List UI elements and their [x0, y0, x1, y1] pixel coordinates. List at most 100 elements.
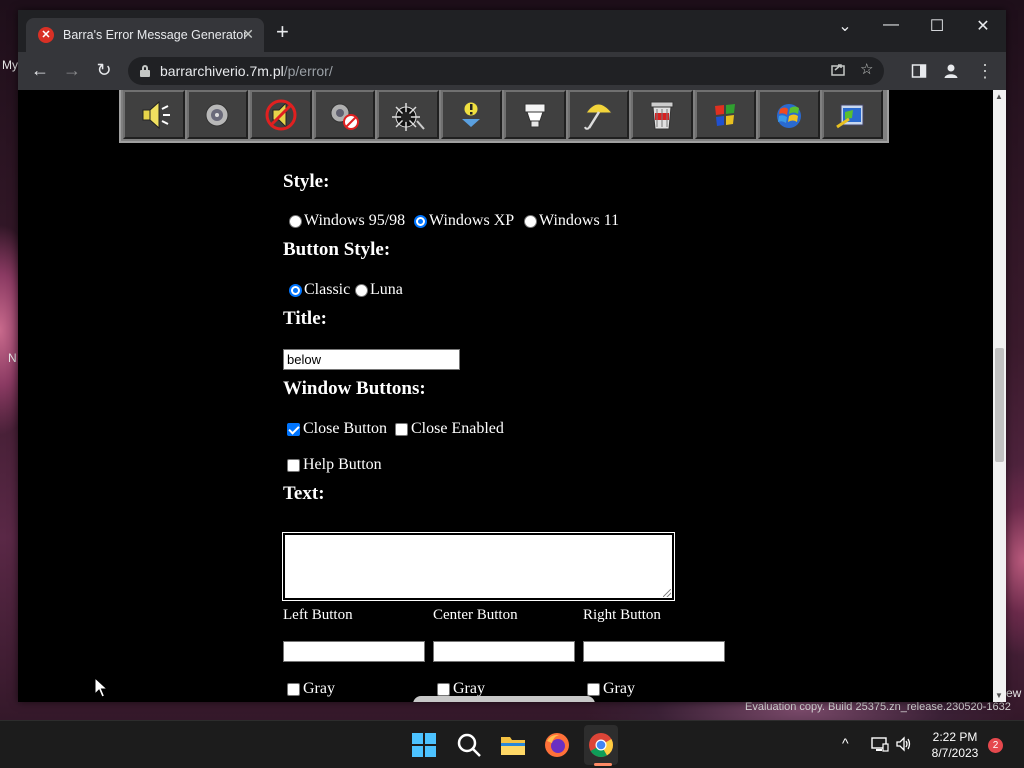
- notification-badge[interactable]: 2: [988, 738, 1003, 753]
- toilet-icon[interactable]: [504, 90, 566, 139]
- close-button-option[interactable]: Close Button: [287, 420, 387, 438]
- evaluation-watermark: Evaluation copy. Build 25375.zn_release.…: [745, 701, 1011, 713]
- resize-handle[interactable]: [663, 589, 671, 597]
- file-explorer-icon[interactable]: [499, 731, 527, 759]
- radio-winxp[interactable]: [414, 214, 427, 228]
- help-button-option[interactable]: Help Button: [287, 456, 382, 474]
- search-icon[interactable]: [455, 731, 483, 759]
- minimize-button[interactable]: —: [876, 16, 906, 34]
- clock-time: 2:22 PM: [932, 730, 978, 744]
- checkbox-label: Gray: [603, 680, 635, 697]
- left-gray-option[interactable]: Gray: [287, 680, 335, 698]
- left-gray-checkbox[interactable]: [287, 682, 300, 696]
- desktop-icon-label[interactable]: My: [2, 58, 18, 72]
- sound-icon[interactable]: [186, 90, 248, 139]
- radio-label: Classic: [304, 281, 351, 298]
- tab-search-button[interactable]: ⌄: [830, 16, 860, 36]
- radio-label: Windows 95/98: [304, 212, 406, 229]
- chrome-icon[interactable]: [587, 731, 615, 759]
- right-gray-checkbox[interactable]: [587, 682, 600, 696]
- network-icon[interactable]: [871, 736, 889, 752]
- style-option-win11[interactable]: Windows 11: [524, 212, 619, 230]
- browser-toolbar: ← → ↻ barrarchiverio.7m.pl/p/error/ ☆ ⋮: [18, 52, 1006, 90]
- firefox-icon[interactable]: [543, 731, 571, 759]
- style-option-win95[interactable]: Windows 95/98: [289, 212, 405, 230]
- radio-label: Luna: [370, 281, 403, 298]
- clock-date: 8/7/2023: [931, 746, 979, 760]
- text-heading: Text:: [283, 483, 325, 504]
- center-button-label: Center Button: [433, 607, 518, 623]
- tab-title: Barra's Error Message Generator: [63, 28, 248, 42]
- radio-label: Windows XP: [429, 212, 515, 229]
- help-button-checkbox[interactable]: [287, 458, 300, 472]
- trash-icon[interactable]: [631, 90, 693, 139]
- lock-icon[interactable]: [140, 65, 150, 77]
- bomb-icon[interactable]: [377, 90, 439, 139]
- reload-button[interactable]: ↻: [93, 60, 115, 81]
- info-icon[interactable]: [440, 90, 502, 139]
- close-window-button[interactable]: ✕: [968, 16, 998, 36]
- volume-icon[interactable]: [895, 736, 913, 752]
- window-buttons-heading: Window Buttons:: [283, 378, 426, 399]
- radio-win95[interactable]: [289, 214, 302, 228]
- checkbox-label: Close Enabled: [411, 420, 504, 437]
- center-button-input[interactable]: [433, 641, 575, 662]
- page-scrollbar[interactable]: ▲ ▼: [993, 90, 1006, 702]
- desktop-icon-label[interactable]: ew: [1006, 686, 1021, 700]
- close-button-checkbox[interactable]: [287, 422, 300, 436]
- right-button-input[interactable]: [583, 641, 725, 662]
- close-enabled-checkbox[interactable]: [395, 422, 408, 436]
- left-button-label: Left Button: [283, 607, 353, 623]
- windows-logo-icon[interactable]: [758, 90, 820, 139]
- icon-selector-bar: [119, 90, 889, 143]
- checkbox-label: Close Button: [303, 420, 388, 437]
- windows-flag-icon[interactable]: [694, 90, 756, 139]
- radio-classic[interactable]: [289, 283, 302, 297]
- scroll-down-arrow-icon[interactable]: ▼: [995, 691, 1003, 700]
- button-style-luna[interactable]: Luna: [355, 281, 403, 299]
- url-host: barrarchiverio.7m.pl: [160, 63, 284, 79]
- setup-icon[interactable]: [821, 90, 883, 139]
- no-sound-icon[interactable]: [313, 90, 375, 139]
- radio-luna[interactable]: [355, 283, 368, 297]
- mute-icon[interactable]: [250, 90, 312, 139]
- start-icon[interactable]: [410, 731, 438, 759]
- tab-strip: ✕ Barra's Error Message Generator ✕ + ⌄ …: [18, 10, 1006, 52]
- message-text-area[interactable]: [282, 532, 675, 601]
- star-icon[interactable]: ☆: [860, 60, 873, 78]
- taskbar-clock[interactable]: 2:22 PM 8/7/2023: [925, 729, 985, 761]
- share-icon[interactable]: [830, 61, 846, 81]
- new-tab-button[interactable]: +: [276, 21, 289, 43]
- profile-icon[interactable]: [943, 63, 959, 83]
- forward-button[interactable]: →: [61, 60, 83, 81]
- url-path: /p/error/: [283, 63, 333, 79]
- right-gray-option[interactable]: Gray: [587, 680, 635, 698]
- tray-chevron-icon[interactable]: ^: [842, 735, 849, 751]
- tab-error-generator[interactable]: ✕ Barra's Error Message Generator ✕: [26, 18, 264, 52]
- radio-win11[interactable]: [524, 214, 537, 228]
- generate-button-partial[interactable]: [413, 696, 595, 702]
- style-option-winxp[interactable]: Windows XP: [414, 212, 514, 230]
- scroll-up-arrow-icon[interactable]: ▲: [995, 92, 1003, 101]
- checkbox-label: Gray: [303, 680, 335, 697]
- button-style-classic[interactable]: Classic: [289, 281, 350, 299]
- center-gray-checkbox[interactable]: [437, 682, 450, 696]
- address-bar[interactable]: barrarchiverio.7m.pl/p/error/ ☆: [128, 57, 884, 85]
- page-viewport: Style: Windows 95/98 Windows XP Windows …: [18, 90, 993, 702]
- back-button[interactable]: ←: [29, 60, 51, 81]
- right-button-label: Right Button: [583, 607, 661, 623]
- umbrella-icon[interactable]: [567, 90, 629, 139]
- side-panel-icon[interactable]: [911, 63, 927, 83]
- desktop-icon-label[interactable]: N: [8, 351, 17, 365]
- title-input[interactable]: below: [283, 349, 460, 370]
- style-heading: Style:: [283, 171, 330, 192]
- menu-icon[interactable]: ⋮: [976, 61, 994, 82]
- browser-window: ✕ Barra's Error Message Generator ✕ + ⌄ …: [18, 10, 1006, 702]
- tab-close-icon[interactable]: ✕: [242, 26, 254, 43]
- left-button-input[interactable]: [283, 641, 425, 662]
- speaker-icon[interactable]: [123, 90, 185, 139]
- maximize-button[interactable]: ☐: [922, 16, 952, 36]
- scroll-thumb[interactable]: [995, 348, 1004, 462]
- close-enabled-option[interactable]: Close Enabled: [395, 420, 504, 438]
- checkbox-label: Help Button: [303, 456, 382, 473]
